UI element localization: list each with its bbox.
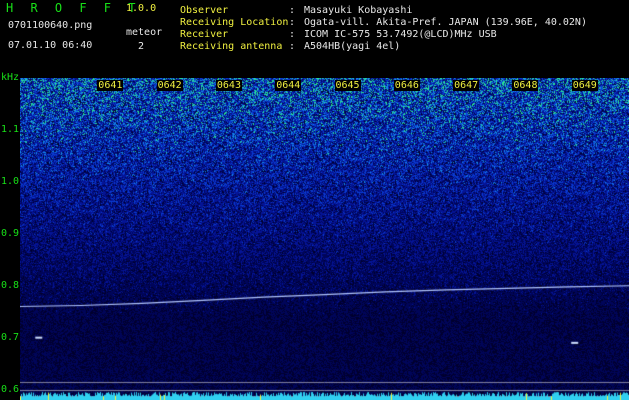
y-tick-label: 0.6 bbox=[1, 383, 20, 395]
time-label: 0649 bbox=[571, 80, 598, 91]
location-label: Receiving Location bbox=[180, 17, 289, 28]
time-label: 0646 bbox=[393, 80, 420, 91]
location-value: Ogata-vill. Akita-Pref. JAPAN (139.96E, … bbox=[304, 17, 587, 28]
observer-label: Observer bbox=[180, 5, 229, 16]
time-label: 0642 bbox=[156, 80, 183, 91]
file-name: 0701100640.png bbox=[8, 20, 93, 31]
y-tick-label: 0.9 bbox=[1, 227, 20, 239]
time-label: 0643 bbox=[215, 80, 242, 91]
time-label: 0645 bbox=[334, 80, 361, 91]
app-version: 1.0.0 bbox=[126, 3, 157, 14]
location-colon: : bbox=[289, 17, 296, 28]
time-label: 0644 bbox=[275, 80, 302, 91]
antenna-value: A504HB(yagi 4el) bbox=[304, 41, 401, 52]
receiver-value: ICOM IC-575 53.7492(@LCD)MHz USB bbox=[304, 29, 497, 40]
time-label: 0648 bbox=[512, 80, 539, 91]
y-axis-unit: kHz bbox=[1, 72, 20, 83]
y-tick-label: 0.7 bbox=[1, 331, 20, 343]
antenna-colon: : bbox=[289, 41, 296, 52]
antenna-label: Receiving antenna bbox=[180, 41, 283, 52]
date-time: 07.01.10 06:40 bbox=[8, 40, 93, 51]
spectrogram-canvas bbox=[20, 78, 629, 400]
time-label: 0641 bbox=[97, 80, 124, 91]
meteor-label: meteor bbox=[126, 27, 163, 38]
meteor-count: 2 bbox=[138, 41, 145, 52]
time-label: 0647 bbox=[453, 80, 480, 91]
app-title: H R O F F T bbox=[6, 1, 141, 15]
y-tick-label: 1.0 bbox=[1, 175, 20, 187]
header-panel: H R O F F T 1.0.0 0701100640.png 07.01.1… bbox=[0, 0, 629, 78]
y-tick-label: 0.8 bbox=[1, 279, 20, 291]
observer-colon: : bbox=[289, 5, 296, 16]
y-tick-label: 1.1 bbox=[1, 123, 20, 135]
observer-value: Masayuki Kobayashi bbox=[304, 5, 413, 16]
receiver-colon: : bbox=[289, 29, 296, 40]
receiver-label: Receiver bbox=[180, 29, 229, 40]
